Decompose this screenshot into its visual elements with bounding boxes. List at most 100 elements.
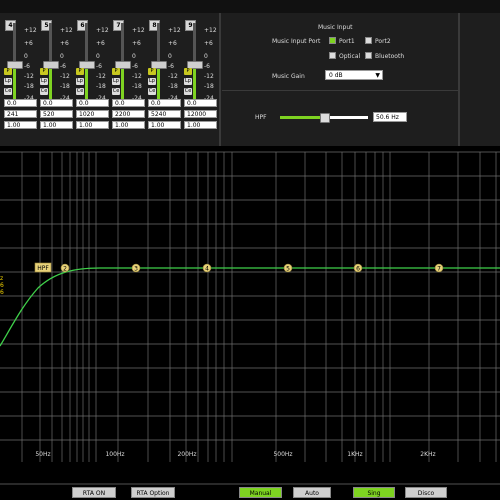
band-gain-field[interactable]: 0.0 [4,99,37,107]
gain-scale-label: 0 [60,53,64,60]
eq-point-5[interactable]: 5 [283,263,293,273]
band-freq-field[interactable]: 1020 [76,110,109,118]
auto-button[interactable]: Auto [293,487,331,498]
eq-point-6[interactable]: 6 [353,263,363,273]
band-freq-field[interactable]: 2200 [112,110,145,118]
band-phase-button[interactable]: P [112,68,120,75]
chevron-down-icon: ▼ [375,72,380,79]
band-phase-button[interactable]: P [76,68,84,75]
band-freq-field[interactable]: 520 [40,110,73,118]
band-freq-field[interactable]: 12000 [184,110,217,118]
music-gain-label: Music Gain [272,73,305,80]
band-lp-button[interactable]: Lp [184,78,192,85]
gain-scale-label: -12 [24,73,34,80]
gain-scale-label: 0 [24,53,28,60]
music-input-port-label: Music Input Port [272,38,321,45]
gain-scale-label: +6 [24,40,33,47]
gain-scale-label: 0 [132,53,136,60]
band-ce-button[interactable]: Ce [40,88,48,95]
section-divider [222,90,458,91]
gain-scale-label: +12 [96,27,109,34]
left-label-2: 6 [0,282,4,289]
eq-point-3[interactable]: 3 [131,263,141,273]
gain-scale-label: 0 [204,53,208,60]
band-q-field[interactable]: 1.00 [112,121,145,129]
left-label-3: 6 [0,289,4,296]
x-axis-label: 500Hz [273,451,292,458]
gain-scale-label: -6 [132,63,138,70]
rta-option-button[interactable]: RTA Option [131,487,175,498]
gain-scale-label: -6 [168,63,174,70]
band-ce-button[interactable]: Ce [4,88,12,95]
eq-band-4: 4+12+60-6-12-18-24PLpCe0.02411.00 [2,13,39,146]
hpf-value-field[interactable]: 50.6 Hz [373,112,407,122]
gain-scale-label: -12 [132,73,142,80]
sing-button[interactable]: Sing [353,487,395,498]
band-gain-field[interactable]: 0.0 [76,99,109,107]
music-gain-select[interactable]: 0 dB ▼ [325,70,383,80]
band-q-field[interactable]: 1.00 [76,121,109,129]
band-freq-field[interactable]: 5240 [148,110,181,118]
band-q-field[interactable]: 1.00 [40,121,73,129]
gain-scale-label: +6 [168,40,177,47]
music-input-title: Music Input [318,24,353,31]
eq-point-7[interactable]: 7 [434,263,444,273]
gain-scale-label: -18 [204,83,214,90]
band-q-field[interactable]: 1.00 [184,121,217,129]
gain-scale-label: +6 [60,40,69,47]
hpf-label: HPF [255,114,267,121]
band-ce-button[interactable]: Ce [112,88,120,95]
band-lp-button[interactable]: Lp [148,78,156,85]
rta-on-button[interactable]: RTA ON [72,487,116,498]
band-q-field[interactable]: 1.00 [4,121,37,129]
band-phase-button[interactable]: P [40,68,48,75]
bluetooth-checkbox[interactable] [365,52,372,59]
band-phase-button[interactable]: P [4,68,12,75]
gain-scale-label: +12 [204,27,217,34]
gain-scale-label: +12 [168,27,181,34]
frequency-response-graph[interactable]: 50Hz 100Hz 200Hz 500Hz 1KHz 2KHz 2 3 4 5 6 7 HPF z… [0,146,500,500]
gain-scale-label: -18 [168,83,178,90]
band-gain-field[interactable]: 0.0 [184,99,217,107]
band-lp-button[interactable]: Lp [112,78,120,85]
manual-button[interactable]: Manual [239,487,282,498]
gain-scale-label: -6 [204,63,210,70]
x-axis-labels: 50Hz 100Hz 200Hz 500Hz 1KHz 2KHz [35,451,435,458]
gain-scale-label: -12 [60,73,70,80]
band-gain-field[interactable]: 0.0 [40,99,73,107]
band-q-field[interactable]: 1.00 [148,121,181,129]
band-gain-field[interactable]: 0.0 [112,99,145,107]
hpf-tag[interactable]: HPF [34,262,52,273]
gain-scale-label: +6 [96,40,105,47]
eq-point-label: 5 [286,266,290,273]
band-gain-field[interactable]: 0.0 [148,99,181,107]
eq-point-label: 4 [205,266,209,273]
eq-band-5: 5+12+60-6-12-18-24PLpCe0.05201.00 [38,13,75,146]
port1-checkbox[interactable] [329,37,336,44]
music-gain-value: 0 dB [329,72,343,79]
disco-button[interactable]: Disco [405,487,447,498]
hpf-slider-handle[interactable] [320,113,330,123]
band-lp-button[interactable]: Lp [76,78,84,85]
band-ce-button[interactable]: Ce [76,88,84,95]
band-lp-button[interactable]: Lp [40,78,48,85]
panel-divider-right [458,13,460,146]
gain-scale-label: +6 [204,40,213,47]
eq-point-4[interactable]: 4 [202,263,212,273]
bluetooth-label: Bluetooth [375,53,405,60]
band-ce-button[interactable]: Ce [148,88,156,95]
gain-scale-label: 0 [96,53,100,60]
port2-checkbox[interactable] [365,37,372,44]
band-ce-button[interactable]: Ce [184,88,192,95]
eq-point-2[interactable]: 2 [60,263,70,273]
band-phase-button[interactable]: P [184,68,192,75]
optical-checkbox[interactable] [329,52,336,59]
band-phase-button[interactable]: P [148,68,156,75]
gain-scale-label: +12 [24,27,37,34]
hpf-slider-fill [280,116,324,119]
left-cut-labels: z 6 6 [0,275,4,296]
band-lp-button[interactable]: Lp [4,78,12,85]
eq-point-label: 2 [63,266,67,273]
left-label-1: z [0,275,3,282]
band-freq-field[interactable]: 241 [4,110,37,118]
